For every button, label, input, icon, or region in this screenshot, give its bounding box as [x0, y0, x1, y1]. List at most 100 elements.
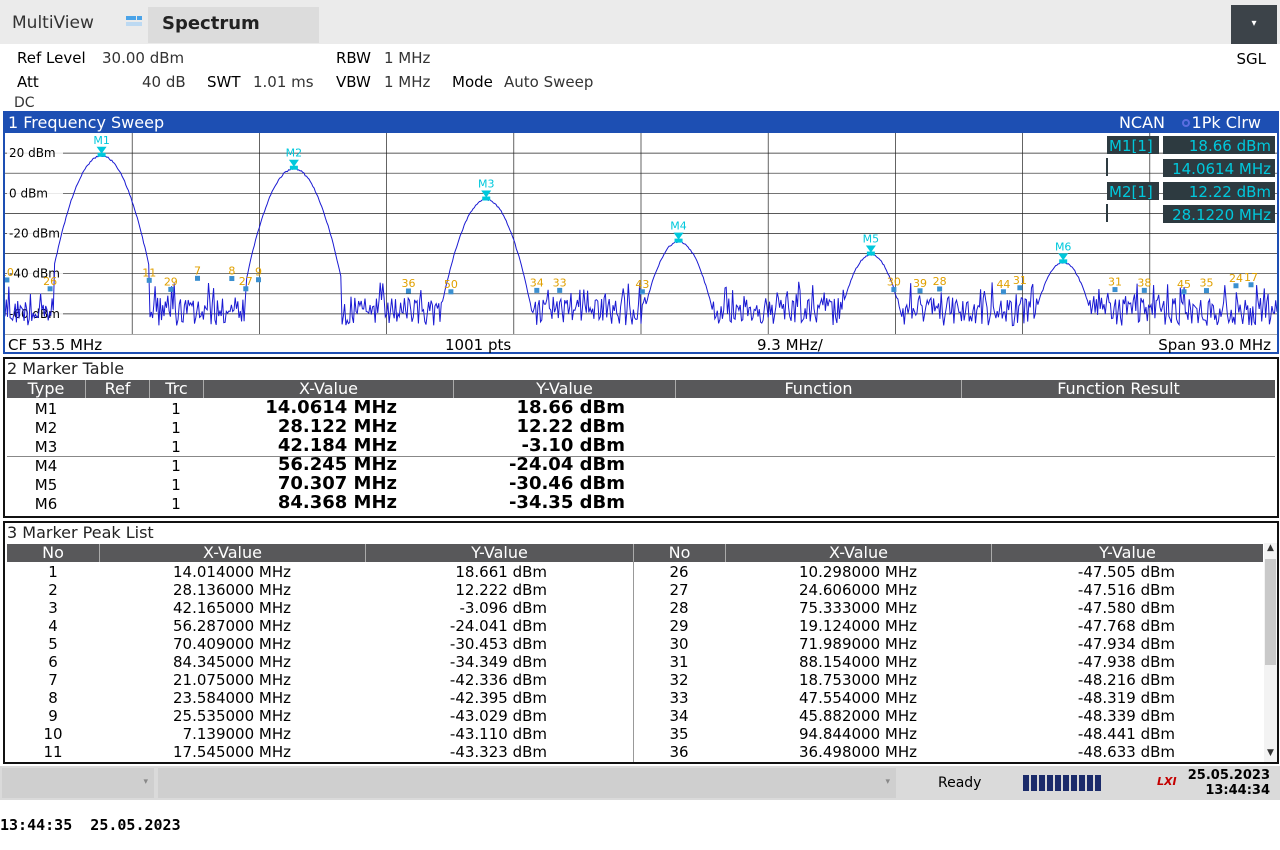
marker-trace: 1 [171, 419, 181, 437]
peak-x-value: 25.535000 MHz [173, 707, 291, 725]
peak-label: 17 [1244, 271, 1258, 284]
peak-x-value-right: 24.606000 MHz [799, 581, 917, 599]
peak-x-value: 23.584000 MHz [173, 689, 291, 707]
table-row[interactable]: 8 23.584000 MHz -42.395 dBm 33 47.554000 MHz… [7, 689, 1265, 707]
marker-point [866, 251, 875, 256]
peak-x-value-right: 36.498000 MHz [799, 743, 917, 761]
readout-marker-name: M2[1] [1109, 183, 1153, 201]
readout-marker-value: 12.22 dBm [1189, 183, 1271, 201]
top-bar: MultiView Spectrum ▾ [0, 0, 1280, 44]
table-row[interactable]: 11 17.545000 MHz -43.323 dBm 36 36.498000 MH… [7, 743, 1265, 761]
peak-no: 1 [48, 563, 58, 581]
att-label: Att [17, 73, 39, 91]
marker-triangle [481, 190, 492, 198]
marker-y-value: -3.10 dBm [521, 435, 625, 456]
peak-y-value: -42.395 dBm [449, 689, 547, 707]
peak-list-header: No X-Value Y-Value No X-Value Y-Value [7, 544, 1263, 562]
table-row[interactable]: 3 42.165000 MHz -3.096 dBm 28 75.333000 MHz -… [7, 599, 1265, 617]
peak-label: 26 [43, 275, 57, 288]
marker-x-value: 70.307 MHz [277, 473, 397, 494]
marker-triangle [288, 159, 299, 167]
peak-no: 7 [48, 671, 58, 689]
header-function-result: Function Result [961, 380, 1275, 398]
table-row[interactable]: M5 1 70.307 MHz -30.46 dBm [7, 473, 1275, 495]
marker-triangle [96, 146, 107, 154]
table-row[interactable]: M1 1 14.0614 MHz 18.66 dBm [7, 397, 1275, 419]
ref-level-value[interactable]: 30.00 dBm [102, 49, 184, 67]
marker-triangle [865, 245, 876, 253]
peak-label: 33 [553, 276, 567, 289]
header-ref: Ref [85, 380, 149, 398]
vertical-scrollbar[interactable]: ▲ ▼ [1264, 543, 1277, 762]
peak-y-value: -24.041 dBm [449, 617, 547, 635]
peak-x-value: 70.409000 MHz [173, 635, 291, 653]
peak-x-value-right: 45.882000 MHz [799, 707, 917, 725]
status-date: 25.05.2023 [1187, 768, 1270, 783]
marker-readout: M1[1] 18.66 dBm 14.0614 MHz M2[1] 12.22 dBm 2… [1106, 136, 1275, 224]
peak-y-value-right: -48.339 dBm [1077, 707, 1175, 725]
header-x-value: X-Value [99, 544, 365, 562]
spectrum-plot[interactable]: 20 dBm0 dBm-20 dBm-40 dBm-60 dBm 11297 82… [5, 133, 1277, 334]
att-value[interactable]: 40 dB [142, 73, 186, 91]
peak-no-right: 26 [669, 563, 689, 581]
marker-y-value: -34.35 dBm [508, 492, 625, 513]
scroll-thumb[interactable] [1265, 559, 1276, 665]
center-frequency[interactable]: CF 53.5 MHz [8, 336, 102, 354]
marker-x-value: 14.0614 MHz [265, 397, 397, 418]
mode-label: Mode [452, 73, 493, 91]
mode-value[interactable]: Auto Sweep [504, 73, 593, 91]
marker-trace: 1 [171, 400, 181, 418]
marker-x-value: 56.245 MHz [277, 454, 397, 475]
table-row[interactable]: 9 25.535000 MHz -43.029 dBm 34 45.882000 MHz… [7, 707, 1265, 725]
screenshot-timestamp: 13:44:35 25.05.2023 [0, 816, 181, 834]
chevron-down-icon: ▾ [1251, 18, 1257, 29]
table-row[interactable]: 6 84.345000 MHz -34.349 dBm 31 88.154000 MHz… [7, 653, 1265, 671]
status-dropdown-message[interactable]: ▾ [158, 768, 896, 798]
table-row[interactable]: 1 14.014000 MHz 18.661 dBm 26 10.298000 MHz -… [7, 563, 1265, 581]
peak-y-value-right: -48.319 dBm [1077, 689, 1175, 707]
rbw-label: RBW [336, 49, 372, 67]
peak-no: 8 [48, 689, 58, 707]
table-row[interactable]: 4 56.287000 MHz -24.041 dBm 29 19.124000 MHz… [7, 617, 1265, 635]
table-row[interactable]: M3 1 42.184 MHz -3.10 dBm [7, 435, 1275, 457]
marker-trace: 1 [171, 495, 181, 513]
rbw-value[interactable]: 1 MHz [384, 49, 430, 67]
table-row[interactable]: M4 1 56.245 MHz -24.04 dBm [7, 454, 1275, 476]
peak-y-value-right: -47.580 dBm [1077, 599, 1175, 617]
frequency-sweep-title: 1 Frequency Sweep [8, 113, 165, 132]
status-dropdown-left[interactable]: ▾ [2, 768, 154, 798]
menu-dropdown-button[interactable]: ▾ [1231, 5, 1277, 44]
span[interactable]: Span 93.0 MHz [1158, 336, 1271, 354]
table-row[interactable]: M6 1 84.368 MHz -34.35 dBm [7, 492, 1275, 514]
y-axis-ticks: 20 dBm0 dBm-20 dBm-40 dBm-60 dBm [7, 146, 63, 321]
tab-spectrum[interactable]: Spectrum [148, 7, 319, 43]
peak-y-value: 18.661 dBm [455, 563, 547, 581]
table-row[interactable]: 10 7.139000 MHz -43.110 dBm 35 94.844000 MHz… [7, 725, 1265, 743]
table-row[interactable]: 5 70.409000 MHz -30.453 dBm 30 71.989000 MHz… [7, 635, 1265, 653]
sweep-mode-indicator[interactable]: SGL [1236, 50, 1266, 68]
peak-x-value: 7.139000 MHz [182, 725, 291, 743]
header-x-value-right: X-Value [725, 544, 991, 562]
peak-y-value-right: -48.216 dBm [1077, 671, 1175, 689]
peak-no: 2 [48, 581, 58, 599]
multiview-icon[interactable] [126, 16, 142, 26]
swt-value[interactable]: 1.01 ms [253, 73, 314, 91]
table-row[interactable]: 7 21.075000 MHz -42.336 dBm 32 18.753000 MHz… [7, 671, 1265, 689]
scroll-up-icon[interactable]: ▲ [1264, 543, 1277, 556]
marker-label: M3 [478, 178, 495, 191]
marker-table-header: Type Ref Trc X-Value Y-Value Function Fu… [7, 380, 1275, 398]
peak-x-value-right: 71.989000 MHz [799, 635, 917, 653]
plot-grid [5, 133, 1277, 334]
peak-no: 6 [48, 653, 58, 671]
window-title: 1 Frequency Sweep [5, 113, 1277, 133]
peak-label: 30 [887, 276, 901, 289]
lxi-logo-icon: LXI [1157, 775, 1177, 788]
table-row[interactable]: 2 28.136000 MHz 12.222 dBm 27 24.606000 MHz -… [7, 581, 1265, 599]
peak-label: 31 [1108, 276, 1122, 289]
peak-label: 11 [142, 266, 156, 279]
table-row[interactable]: M2 1 28.122 MHz 12.22 dBm [7, 416, 1275, 438]
peak-y-value: -43.110 dBm [449, 725, 547, 743]
scroll-down-icon[interactable]: ▼ [1264, 748, 1277, 761]
vbw-value[interactable]: 1 MHz [384, 73, 430, 91]
trace-indicator[interactable]: 1Pk Clrw [1181, 113, 1261, 133]
